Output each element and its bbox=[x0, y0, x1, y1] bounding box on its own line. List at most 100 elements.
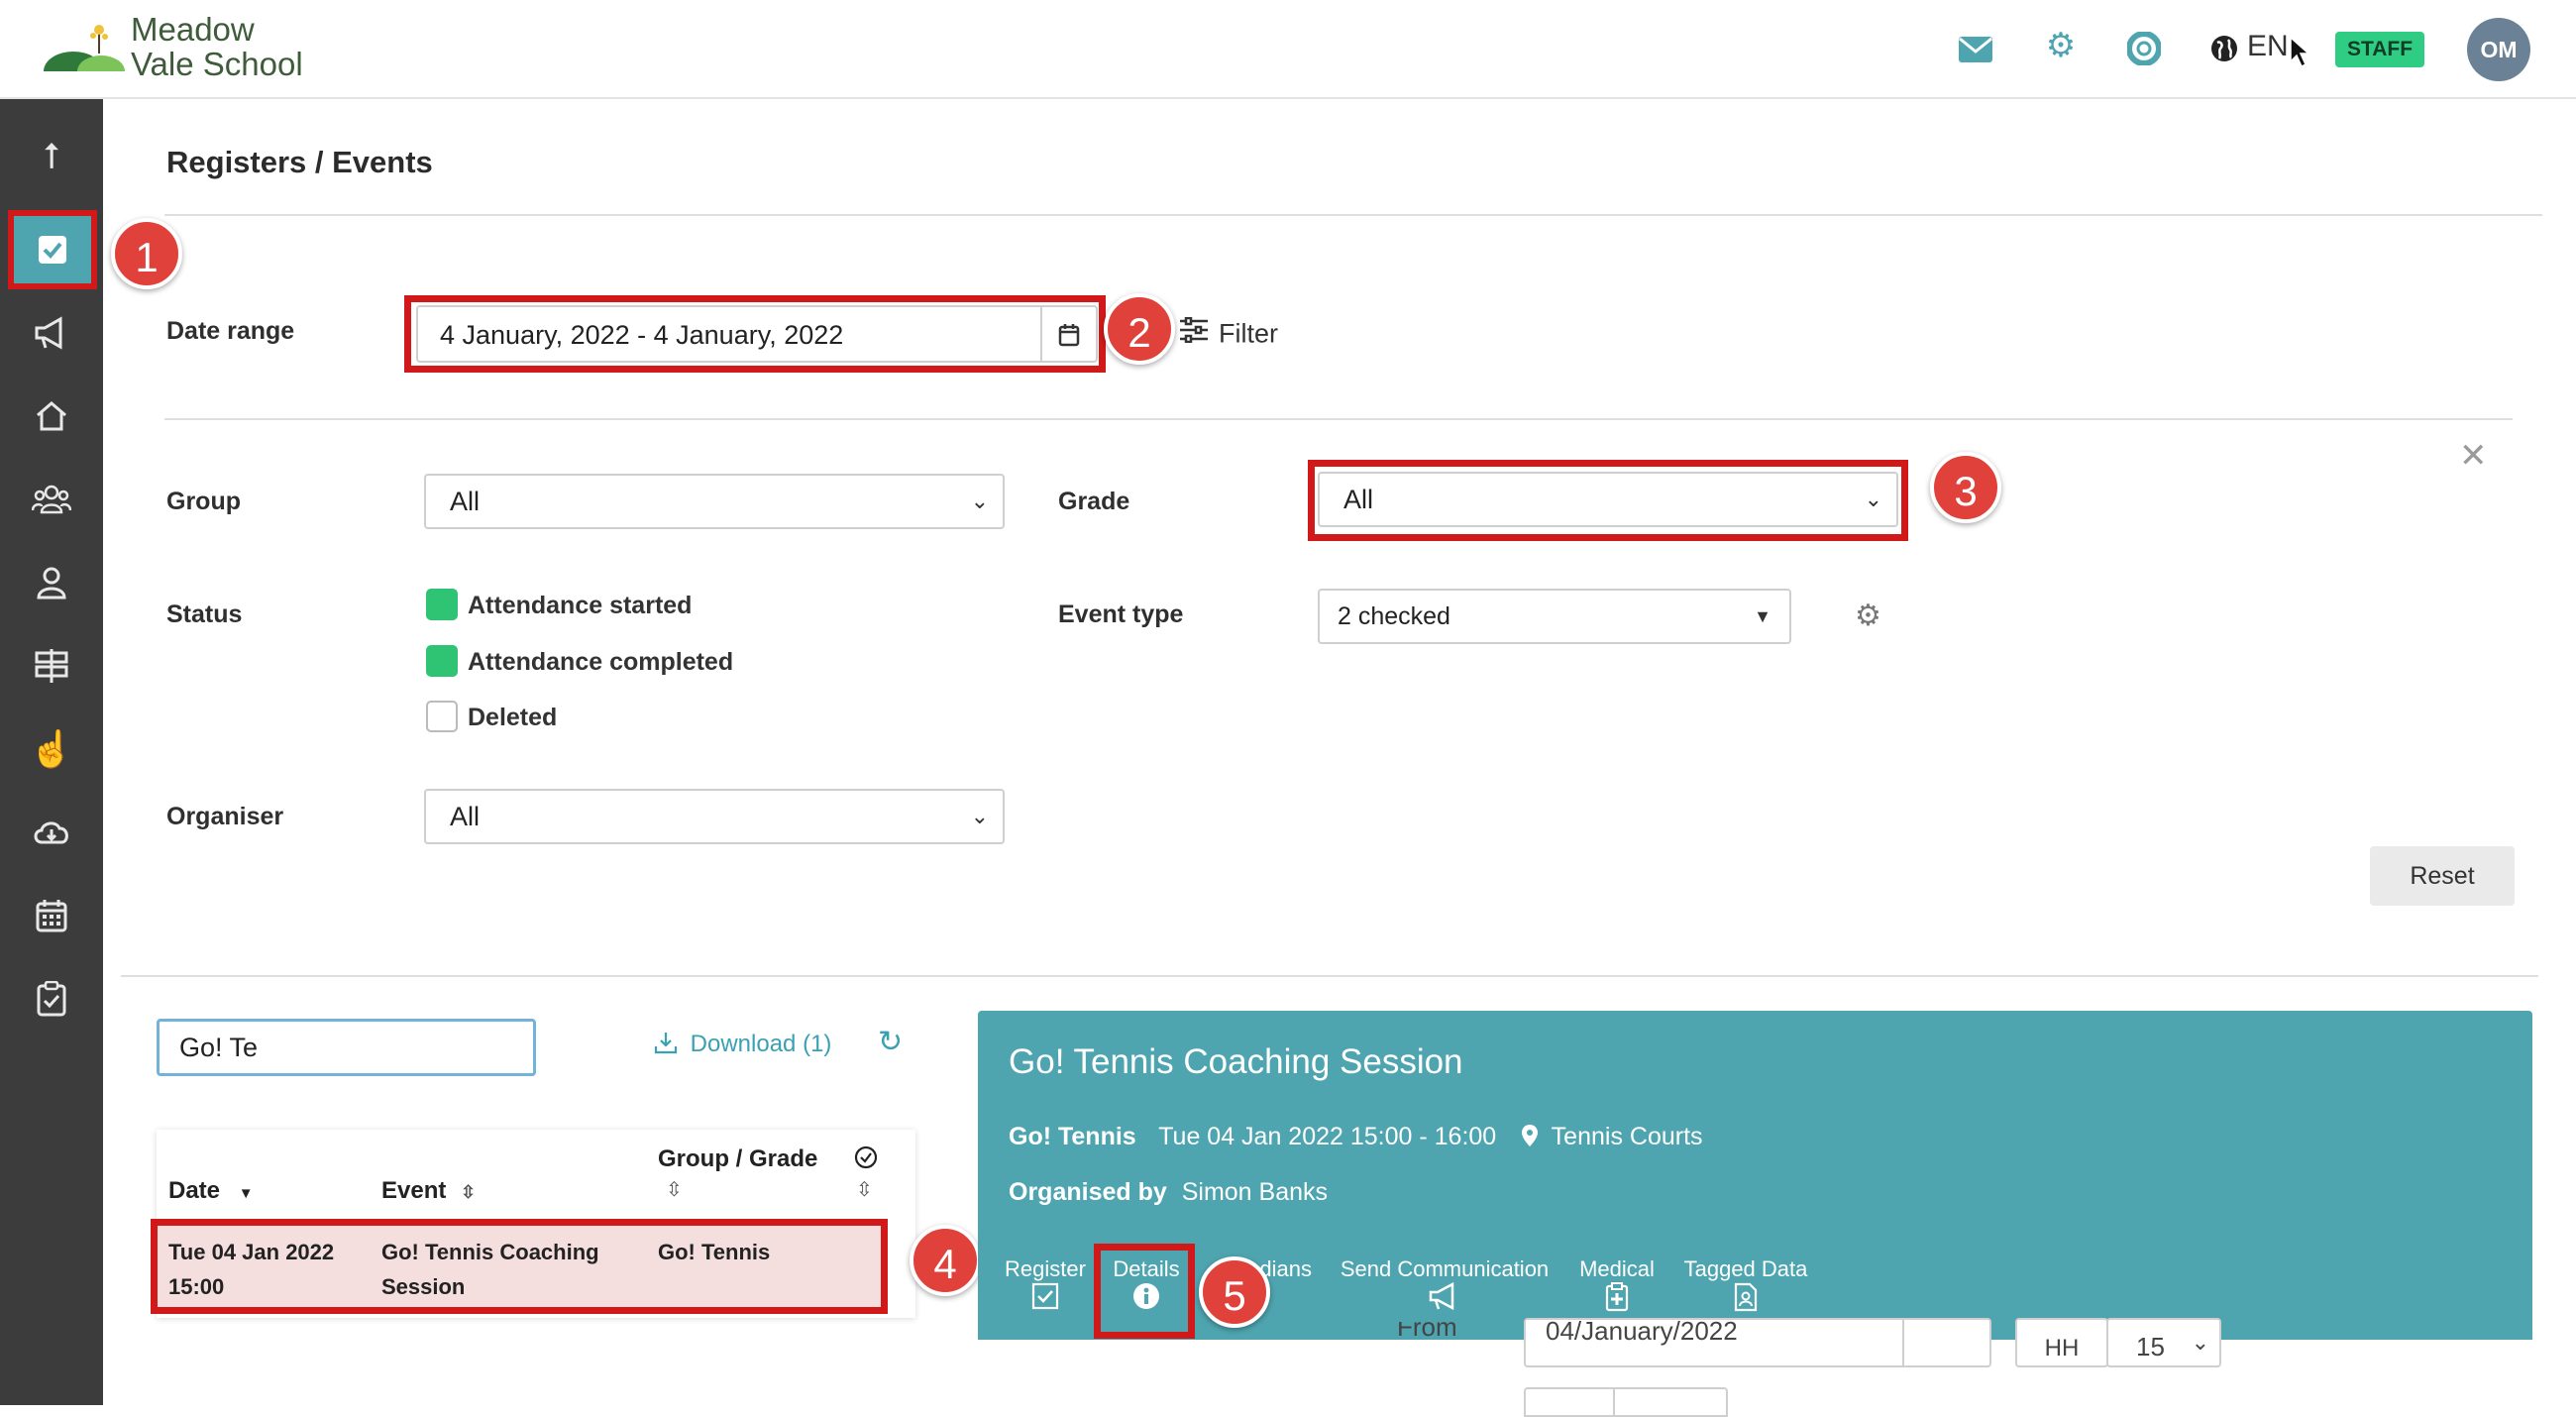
row-event-line-2: Session bbox=[381, 1274, 466, 1299]
event-location: Tennis Courts bbox=[1551, 1123, 1703, 1150]
organiser-name: Simon Banks bbox=[1181, 1178, 1329, 1206]
tab-guardians[interactable]: dians bbox=[1240, 1256, 1312, 1282]
attendance-started-checkbox[interactable] bbox=[426, 589, 458, 620]
globe-icon[interactable] bbox=[2209, 34, 2239, 63]
sidebar-calendar-icon[interactable] bbox=[0, 874, 103, 957]
group-select-value: All bbox=[450, 487, 481, 516]
from-date-input[interactable]: 04/January/2022 bbox=[1524, 1318, 1904, 1367]
tab-tagged-data[interactable]: Tagged Data bbox=[1678, 1256, 1813, 1319]
chevron-down-icon: ⌄ bbox=[1864, 487, 1882, 511]
grade-label: Grade bbox=[1058, 488, 1130, 515]
minute-value: 15 bbox=[2136, 1332, 2165, 1362]
download-label: Download (1) bbox=[690, 1031, 832, 1057]
sidebar-upload-arrow-icon[interactable]: ⭡ bbox=[0, 115, 103, 198]
attendance-completed-checkbox[interactable] bbox=[426, 645, 458, 677]
organiser-label: Organiser bbox=[166, 803, 284, 830]
from-date-calendar-button[interactable] bbox=[1902, 1318, 1991, 1367]
sidebar-home-icon[interactable] bbox=[0, 375, 103, 458]
map-pin-icon bbox=[1521, 1123, 1552, 1150]
sort-icon: ⇳ bbox=[461, 1182, 477, 1202]
deleted-checkbox[interactable] bbox=[426, 701, 458, 732]
event-group: Go! Tennis bbox=[1009, 1123, 1136, 1150]
logo-line-1: Meadow bbox=[131, 11, 255, 48]
grade-select-value: All bbox=[1343, 485, 1374, 514]
attendance-completed-label: Attendance completed bbox=[468, 648, 734, 676]
download-button[interactable]: Download (1) bbox=[654, 1031, 831, 1058]
column-header-date[interactable]: Date ▼ bbox=[168, 1177, 254, 1205]
chevron-down-icon: ⌄ bbox=[970, 489, 989, 513]
info-icon bbox=[1102, 1282, 1191, 1317]
hour-placeholder: HH bbox=[2044, 1335, 2080, 1362]
tab-send-communication[interactable]: Send Communication bbox=[1334, 1256, 1556, 1317]
language-label: EN bbox=[2247, 30, 2289, 62]
download-icon bbox=[654, 1031, 691, 1057]
grade-select[interactable]: All ⌄ bbox=[1318, 472, 1898, 527]
filter-divider bbox=[164, 418, 2513, 420]
mail-icon[interactable] bbox=[1954, 28, 1997, 71]
callout-1: 1 bbox=[111, 218, 182, 289]
tab-register[interactable]: Register bbox=[1001, 1256, 1090, 1317]
organiser-select[interactable]: All ⌄ bbox=[424, 789, 1005, 844]
settings-gear-icon[interactable]: ⚙ bbox=[2039, 26, 2083, 69]
date-range-label: Date range bbox=[166, 317, 295, 345]
tab-send-communication-label: Send Communication bbox=[1340, 1256, 1550, 1281]
filter-button[interactable]: Filter bbox=[1179, 317, 1278, 350]
sort-icon[interactable]: ⇳ bbox=[856, 1177, 873, 1202]
sort-icon[interactable]: ⇳ bbox=[666, 1177, 683, 1202]
school-logo-text[interactable]: Meadow Vale School bbox=[131, 12, 303, 81]
calendar-picker-button[interactable] bbox=[1040, 305, 1098, 363]
sidebar-signpost-icon[interactable] bbox=[0, 624, 103, 708]
sidebar-cloud-download-icon[interactable] bbox=[0, 791, 103, 874]
sidebar-megaphone-icon[interactable] bbox=[0, 291, 103, 375]
help-lifebuoy-icon[interactable] bbox=[2122, 28, 2166, 71]
attendance-started-label: Attendance started bbox=[468, 592, 693, 619]
megaphone-icon bbox=[1334, 1281, 1556, 1317]
calendar-icon bbox=[1058, 323, 1080, 353]
event-type-label: Event type bbox=[1058, 600, 1184, 628]
tab-details[interactable]: Details bbox=[1102, 1256, 1191, 1317]
close-filters-icon[interactable]: ✕ bbox=[2459, 436, 2488, 476]
row-date-line-1: Tue 04 Jan 2022 bbox=[168, 1240, 335, 1264]
user-avatar[interactable]: OM bbox=[2467, 18, 2530, 81]
checkbox-icon bbox=[37, 233, 68, 274]
sidebar-item-registers[interactable] bbox=[8, 210, 97, 289]
organiser-select-value: All bbox=[450, 802, 481, 831]
school-logo-icon[interactable] bbox=[44, 20, 127, 91]
tab-tagged-data-label: Tagged Data bbox=[1683, 1256, 1808, 1281]
secondary-input-2[interactable] bbox=[1613, 1387, 1728, 1417]
date-range-input[interactable]: 4 January, 2022 - 4 January, 2022 bbox=[416, 305, 1042, 363]
secondary-input[interactable] bbox=[1524, 1387, 1615, 1417]
tagged-data-icon bbox=[1678, 1282, 1813, 1319]
language-selector[interactable]: EN bbox=[2247, 30, 2289, 63]
date-range-value: 4 January, 2022 - 4 January, 2022 bbox=[440, 320, 844, 350]
event-title: Go! Tennis Coaching Session bbox=[1009, 1042, 1463, 1081]
checkbox-icon bbox=[1001, 1282, 1090, 1317]
column-header-group-grade[interactable]: Group / Grade bbox=[658, 1145, 817, 1173]
check-circle-icon[interactable] bbox=[854, 1145, 878, 1174]
event-type-select[interactable]: 2 checked ▼ bbox=[1318, 589, 1791, 644]
sidebar-clipboard-check-icon[interactable] bbox=[0, 957, 103, 1040]
section-divider bbox=[121, 975, 2538, 977]
organised-by-label: Organised by bbox=[1009, 1178, 1167, 1206]
group-grade-column-label: Group / Grade bbox=[658, 1145, 818, 1172]
group-select[interactable]: All ⌄ bbox=[424, 474, 1005, 529]
hour-input[interactable]: HH bbox=[2015, 1318, 2108, 1367]
column-header-event[interactable]: Event ⇳ bbox=[381, 1177, 476, 1205]
sidebar-person-icon[interactable] bbox=[0, 541, 103, 624]
logo-line-2: Vale School bbox=[131, 46, 303, 82]
chevron-down-icon: ⌄ bbox=[2191, 1330, 2209, 1355]
staff-badge: STAFF bbox=[2335, 32, 2424, 67]
sidebar-groups-icon[interactable] bbox=[0, 458, 103, 541]
minute-select[interactable]: 15 ⌄ bbox=[2106, 1318, 2221, 1367]
row-group: Go! Tennis bbox=[658, 1240, 771, 1264]
reset-button[interactable]: Reset bbox=[2370, 846, 2515, 906]
refresh-icon[interactable]: ↻ bbox=[878, 1025, 903, 1059]
event-type-settings-gear-icon[interactable]: ⚙ bbox=[1855, 599, 1881, 633]
row-event: Go! Tennis Coaching Session bbox=[381, 1235, 599, 1304]
sidebar-hand-pointer-icon[interactable]: ☝ bbox=[0, 708, 103, 791]
tab-medical[interactable]: Medical bbox=[1569, 1256, 1664, 1319]
callout-3: 3 bbox=[1930, 452, 2001, 523]
callout-2: 2 bbox=[1104, 293, 1175, 365]
event-search-input[interactable]: Go! Te bbox=[157, 1019, 536, 1076]
group-label: Group bbox=[166, 488, 241, 515]
